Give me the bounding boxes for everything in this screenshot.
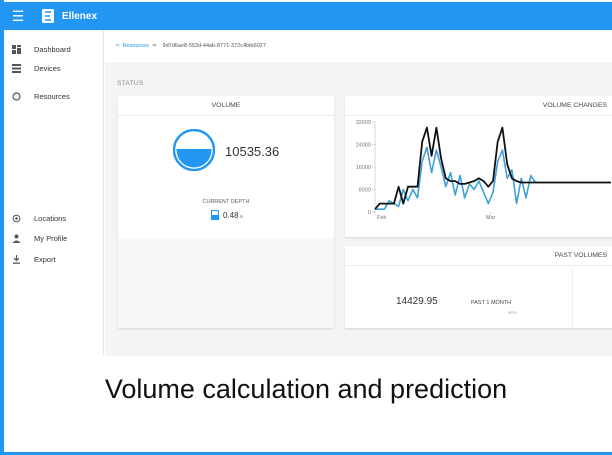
download-icon [10, 253, 22, 265]
y-tick-label: 0 [368, 210, 371, 216]
y-tick-label: 32000 [356, 120, 371, 126]
sidebar-item-label: Export [34, 254, 56, 264]
caption: Volume calculation and prediction [104, 374, 508, 404]
sidebar-item-devices[interactable]: Devices [4, 60, 104, 76]
person-icon [10, 232, 22, 244]
status-section-label: STATUS [117, 80, 144, 87]
dashboard-icon [10, 43, 22, 55]
sidebar-item-my-profile[interactable]: My Profile [4, 230, 104, 246]
volume-card-title: VOLUME [118, 96, 334, 116]
screenshot-frame: ☰ Ellenex Dashboard Devices Resources Lo… [0, 0, 612, 455]
y-tick-label: 24000 [356, 143, 371, 149]
current-depth-value: 0.48 [223, 210, 239, 220]
app-title: Ellenex [62, 10, 98, 22]
sidebar-item-export[interactable]: Export [4, 251, 104, 267]
x-tick-label: Mar [486, 215, 496, 221]
volume-value: 10535.36 [225, 144, 280, 159]
volume-changes-chart: 0 8000 16000 24000 32000 Feb Mar [356, 120, 611, 221]
past-volumes-card: PAST VOLUMES 14429.95 PAST 1 MONTH MTRL [345, 246, 612, 328]
resources-icon [10, 90, 22, 102]
sidebar-item-resources[interactable]: Resources [4, 88, 104, 104]
depth-gauge-icon [211, 210, 219, 220]
current-depth-unit: m [239, 213, 244, 219]
menu-icon[interactable]: ☰ [4, 2, 32, 30]
sidebar-item-label: Resources [34, 91, 70, 101]
sidebar-item-label: Locations [34, 213, 67, 223]
devices-icon [10, 62, 22, 74]
sidebar-item-label: Dashboard [34, 44, 71, 54]
arrow-right-icon: ⇒ [151, 43, 157, 49]
sidebar: Dashboard Devices Resources Locations My… [4, 30, 104, 356]
column-divider [572, 268, 573, 328]
sidebar-item-dashboard[interactable]: Dashboard [4, 41, 104, 57]
breadcrumb-link-resources[interactable]: Resources [123, 43, 149, 49]
volume-card-empty-area [118, 238, 334, 328]
past-volume-period: PAST 1 MONTH [471, 300, 512, 306]
tank-level-icon [173, 129, 215, 171]
location-icon [10, 212, 22, 224]
current-depth-readout: 0.48 m [211, 210, 243, 220]
top-app-bar: ☰ Ellenex [4, 2, 612, 30]
sidebar-item-label: Devices [34, 63, 61, 73]
past-volume-value: 14429.95 [396, 296, 438, 307]
sidebar-item-locations[interactable]: Locations [4, 210, 104, 226]
volume-card: VOLUME 10535.36 CURRENT DEPTH 0.48 m [118, 96, 334, 328]
past-volumes-title: PAST VOLUMES [345, 246, 612, 266]
breadcrumb: ⇒ Resources ⇒ 9d7d6ae8-553d-44ab-8771-37… [105, 30, 612, 62]
current-depth-label: CURRENT DEPTH [202, 199, 250, 205]
arrow-right-icon: ⇒ [115, 43, 120, 49]
main-content: ⇒ Resources ⇒ 9d7d6ae8-553d-44ab-8771-37… [105, 30, 612, 356]
past-volume-sublabel: MTRL [508, 311, 518, 315]
x-tick-label: Feb [377, 215, 386, 221]
volume-changes-title: VOLUME CHANGES [345, 96, 612, 116]
sidebar-item-label: My Profile [34, 233, 68, 243]
y-tick-label: 16000 [356, 165, 371, 171]
y-tick-label: 8000 [359, 188, 371, 194]
volume-changes-card: VOLUME CHANGES 0 8000 16000 24000 32000 Feb Ma… [345, 96, 612, 237]
ellenex-logo [40, 7, 56, 25]
breadcrumb-resource-id: 9d7d6ae8-553d-44ab-8771-372c4bfe6027 [162, 43, 266, 49]
